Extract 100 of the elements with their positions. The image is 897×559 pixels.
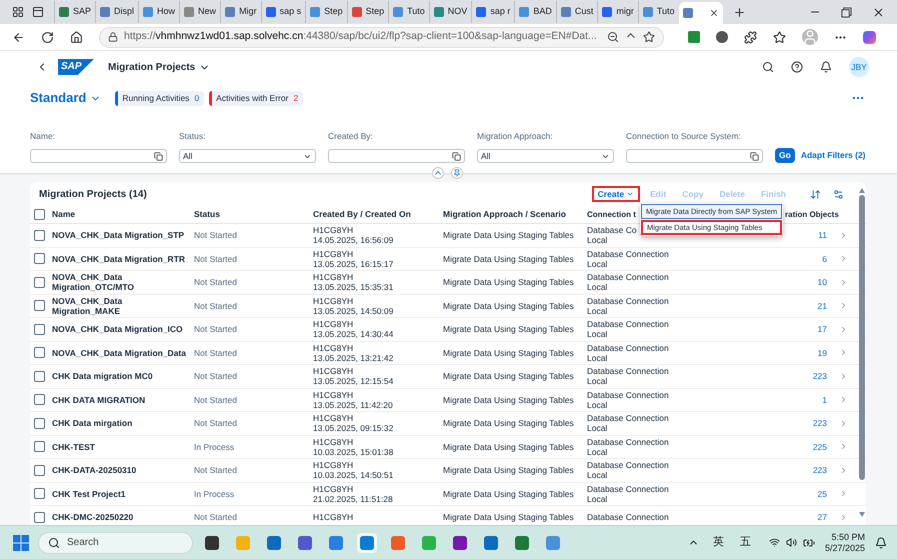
variant-selector[interactable]: Standard	[30, 88, 102, 108]
app-title-menu[interactable]: Migration Projects	[108, 60, 210, 74]
navigate-icon[interactable]	[839, 324, 848, 334]
navigate-icon[interactable]	[839, 512, 848, 522]
objects-count-link[interactable]: 225	[812, 442, 827, 452]
status-select[interactable]: All	[477, 149, 614, 163]
browser-tab[interactable]: BAD	[514, 1, 556, 23]
checkbox[interactable]	[34, 394, 45, 406]
pin-header-icon[interactable]	[451, 167, 463, 179]
browser-tab[interactable]: SAP	[54, 1, 96, 23]
value-help-icon[interactable]	[750, 152, 759, 160]
browser-tab[interactable]: Tuto	[388, 1, 429, 23]
navigate-icon[interactable]	[839, 372, 848, 381]
browser-tab[interactable]: Displ	[95, 1, 138, 23]
navigate-icon[interactable]	[839, 395, 848, 404]
refresh-icon[interactable]	[41, 30, 54, 44]
close-tab-icon[interactable]	[708, 8, 719, 18]
search-field[interactable]: Search	[38, 532, 193, 554]
value-help-icon[interactable]	[154, 152, 163, 160]
objects-count-link[interactable]: 25	[818, 488, 827, 499]
input-field[interactable]	[626, 149, 763, 163]
checkbox[interactable]	[34, 300, 45, 312]
filter-chip[interactable]: Activities with Error 2	[209, 90, 304, 106]
navigate-icon[interactable]	[839, 489, 848, 498]
browser-tab[interactable]: New	[179, 1, 220, 23]
notifications-icon[interactable]	[820, 61, 832, 73]
clock[interactable]: 5:50 PM 5/27/2025	[824, 532, 865, 554]
filter-chip[interactable]: Running Activities 0	[115, 90, 204, 106]
objects-count-link[interactable]: 27	[818, 512, 827, 522]
favorites-icon[interactable]	[773, 30, 786, 44]
back-icon[interactable]	[12, 30, 25, 44]
browser-tab[interactable]	[678, 2, 723, 24]
checkbox[interactable]	[34, 276, 45, 288]
browser-tab[interactable]: Step	[346, 1, 388, 23]
user-avatar[interactable]: JBY	[849, 57, 869, 77]
checkbox[interactable]	[34, 418, 45, 429]
table-row[interactable]: CHK Test Project1 In Process H1CG8YH 21.02.2025, 11:51:28 Migrate Data Using Staging Tables Database Connection Local 25	[30, 482, 866, 506]
favorite-icon[interactable]	[643, 31, 655, 43]
input-method-indicator[interactable]: 英	[712, 534, 724, 551]
copilot-icon[interactable]	[863, 30, 876, 44]
input-field[interactable]	[30, 149, 167, 163]
checkbox[interactable]	[34, 347, 45, 358]
go-button[interactable]: Go	[775, 148, 795, 163]
checkbox[interactable]	[34, 488, 45, 500]
battery-icon[interactable]	[802, 536, 815, 548]
help-icon[interactable]	[791, 61, 803, 73]
checkbox[interactable]	[34, 230, 45, 241]
zoom-out-icon[interactable]	[607, 31, 619, 43]
restore-icon[interactable]	[841, 6, 852, 18]
windows-icon[interactable]	[13, 534, 29, 550]
browser-tab[interactable]: How	[138, 1, 180, 23]
objects-count-link[interactable]: 17	[818, 324, 827, 334]
browser-tab[interactable]: Step	[305, 1, 347, 23]
address-field[interactable]: https://vhmhnwz1wd01.sap.solvehc.cn:44380/sap/bc/ui2/flp?sap-client=100&sap-language=EN#Dat...	[99, 26, 664, 48]
extension-icon[interactable]	[716, 31, 728, 43]
search-icon[interactable]	[762, 61, 774, 73]
workspaces-icon[interactable]	[12, 6, 24, 18]
adapt-filters-link[interactable]: Adapt Filters (2)	[800, 148, 866, 163]
navigate-icon[interactable]	[839, 254, 848, 264]
navigate-icon[interactable]	[839, 230, 848, 240]
browser-tab[interactable]: sap s	[260, 1, 306, 23]
extensions-icon[interactable]	[744, 30, 757, 44]
notifications-icon[interactable]	[875, 536, 887, 548]
close-icon[interactable]	[872, 6, 885, 18]
objects-count-link[interactable]: 223	[812, 465, 827, 476]
browser-tab[interactable]: sap r	[471, 1, 514, 23]
input-field[interactable]	[328, 149, 465, 163]
navigate-icon[interactable]	[839, 466, 848, 475]
navigate-icon[interactable]	[839, 442, 848, 452]
wifi-icon[interactable]	[768, 537, 780, 548]
objects-count-link[interactable]: 1	[822, 394, 827, 405]
objects-count-link[interactable]: 19	[818, 348, 827, 358]
navigate-icon[interactable]	[839, 278, 848, 287]
checkbox[interactable]	[34, 512, 45, 523]
navigate-icon[interactable]	[839, 301, 848, 310]
sort-icon[interactable]	[810, 188, 821, 200]
browser-tab[interactable]: migr	[597, 1, 638, 23]
navigate-icon[interactable]	[839, 348, 848, 358]
checkbox[interactable]	[34, 209, 45, 220]
create-menu-button[interactable]: Create	[592, 186, 640, 202]
status-select[interactable]: All	[179, 149, 316, 163]
objects-count-link[interactable]: 223	[812, 371, 827, 382]
objects-count-link[interactable]: 10	[818, 277, 827, 288]
objects-count-link[interactable]: 223	[812, 418, 827, 428]
input-mode-indicator[interactable]: 五	[740, 534, 751, 551]
objects-count-link[interactable]: 11	[818, 230, 827, 240]
tab-actions-icon[interactable]	[32, 6, 44, 18]
checkbox[interactable]	[34, 464, 45, 476]
browser-tab[interactable]: NOV	[428, 1, 472, 23]
browser-tab[interactable]: Cust	[556, 1, 598, 23]
checkbox[interactable]	[34, 370, 45, 382]
volume-icon[interactable]	[786, 537, 797, 548]
collapse-header-icon[interactable]	[432, 167, 444, 179]
objects-count-link[interactable]: 21	[818, 300, 827, 311]
checkbox[interactable]	[34, 441, 45, 452]
objects-count-link[interactable]: 6	[822, 254, 827, 264]
checkbox[interactable]	[34, 324, 45, 335]
new-tab-icon[interactable]	[732, 6, 746, 18]
scrollbar[interactable]	[858, 188, 865, 517]
navigate-icon[interactable]	[839, 418, 848, 428]
